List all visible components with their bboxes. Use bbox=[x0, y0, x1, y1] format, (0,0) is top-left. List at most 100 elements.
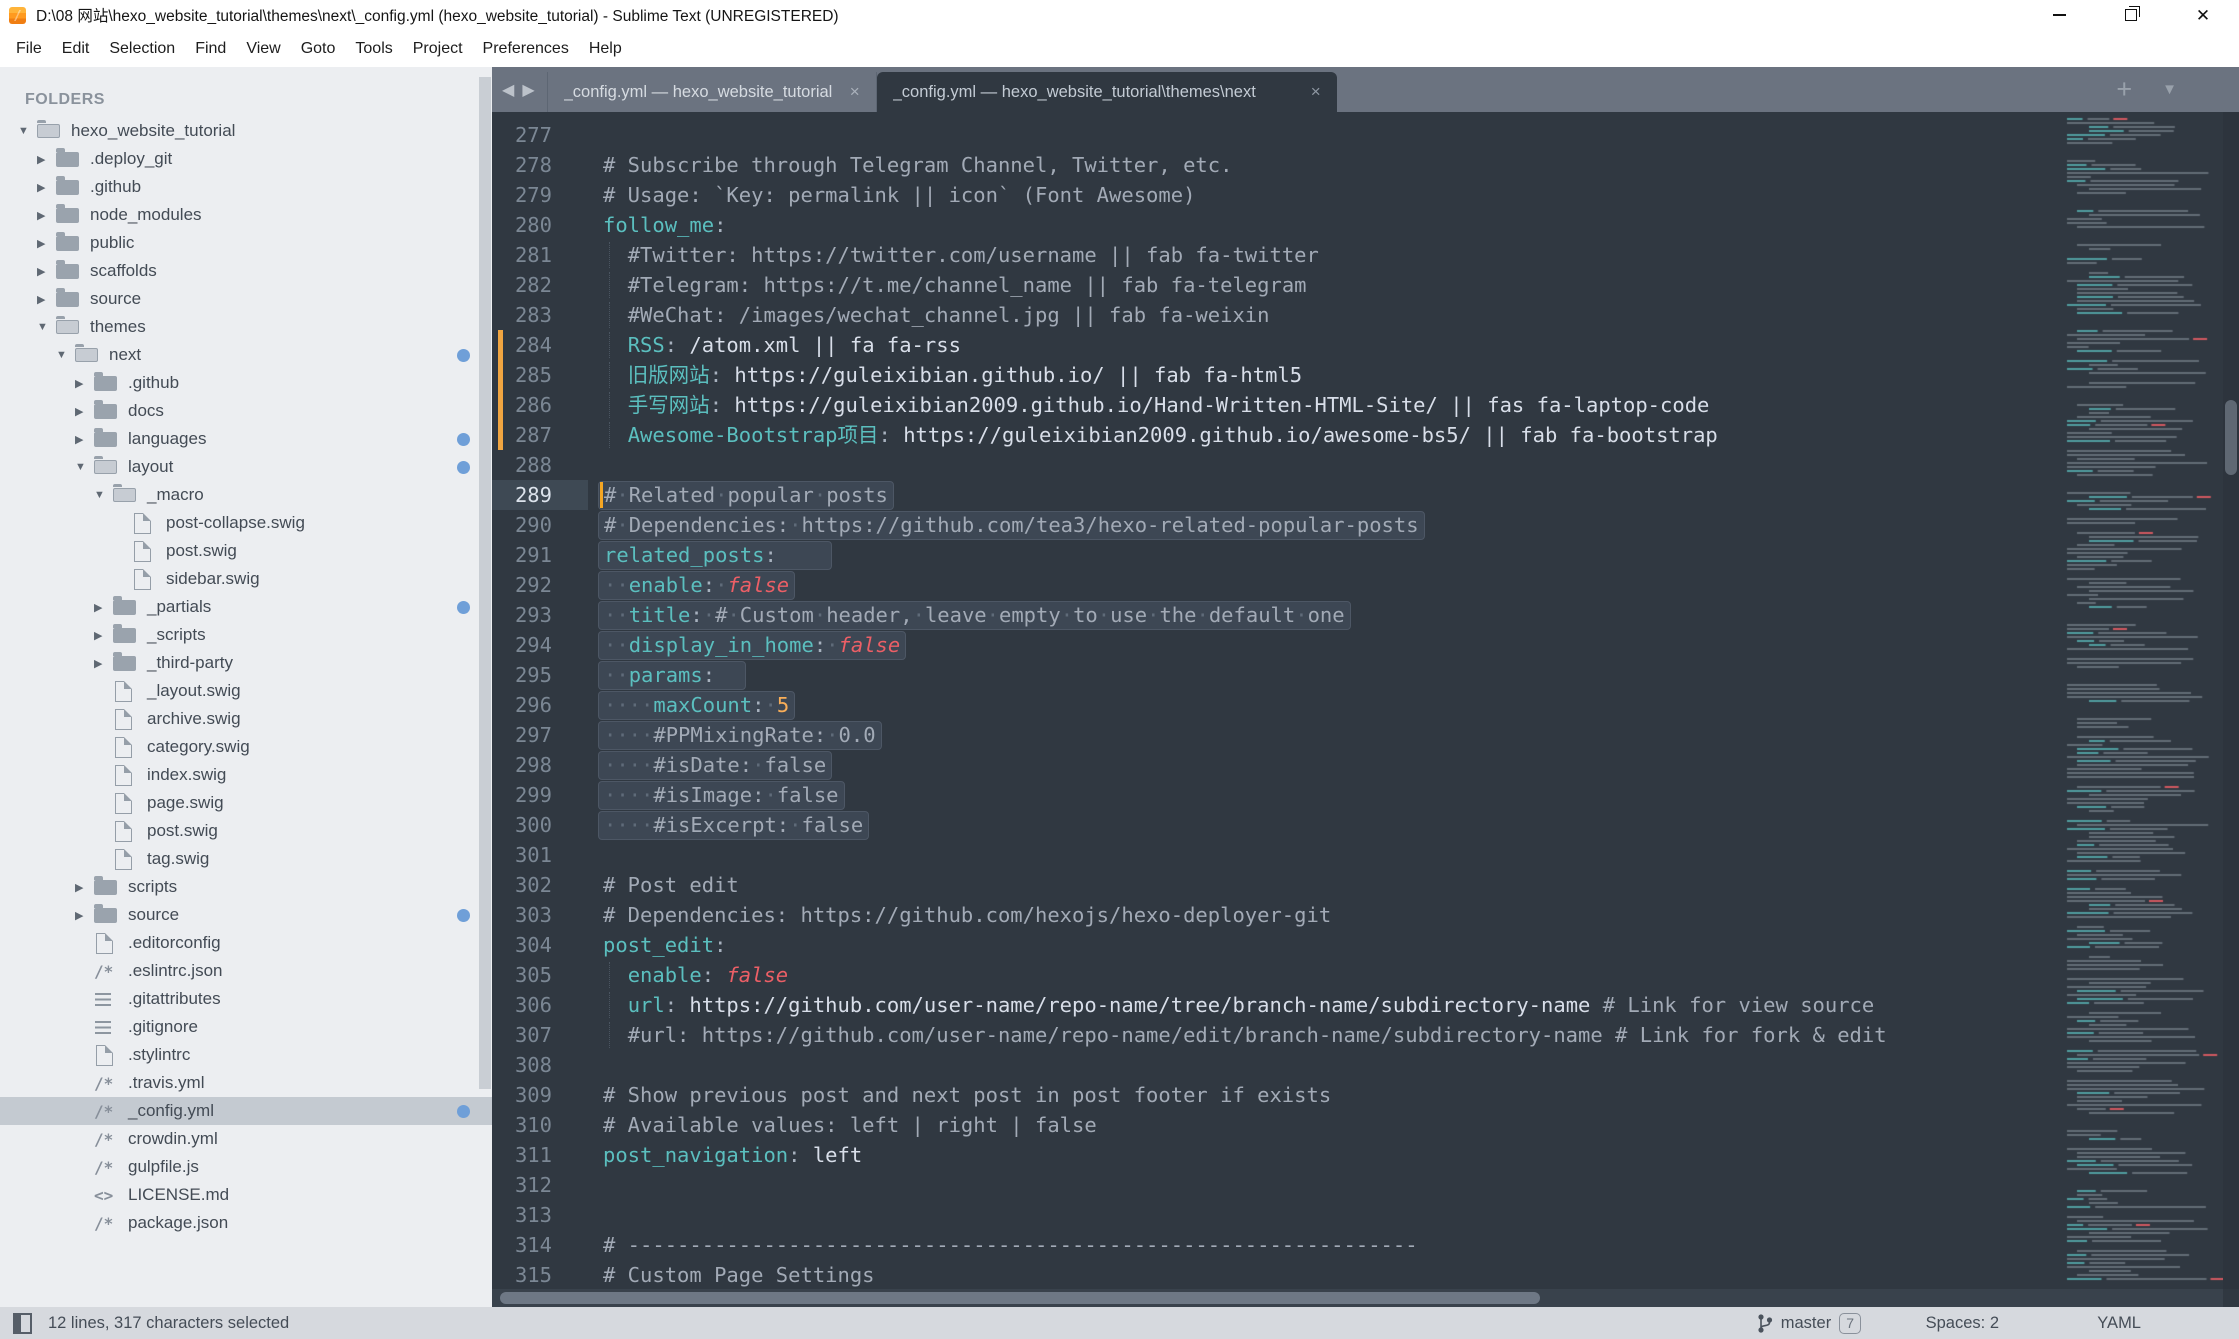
chevron-right-icon[interactable]: ▶ bbox=[37, 237, 56, 250]
menu-help[interactable]: Help bbox=[579, 36, 632, 62]
minimize-button[interactable] bbox=[2023, 0, 2095, 30]
menu-file[interactable]: File bbox=[6, 36, 52, 62]
chevron-down-icon[interactable]: ▼ bbox=[56, 349, 75, 361]
sidebar-item-page-swig[interactable]: page.swig bbox=[0, 789, 492, 817]
sidebar-item-languages[interactable]: ▶ languages bbox=[0, 425, 492, 453]
chevron-down-icon[interactable]: ▼ bbox=[75, 461, 94, 473]
sidebar-item--config-yml[interactable]: /* _config.yml bbox=[0, 1097, 492, 1125]
sidebar-item--gitattributes[interactable]: .gitattributes bbox=[0, 985, 492, 1013]
chevron-down-icon[interactable]: ▼ bbox=[94, 489, 113, 501]
sidebar-toggle-icon[interactable] bbox=[13, 1312, 32, 1334]
sidebar-item-tag-swig[interactable]: tag.swig bbox=[0, 845, 492, 873]
sidebar-item--editorconfig[interactable]: .editorconfig bbox=[0, 929, 492, 957]
sidebar-item-scaffolds[interactable]: ▶ scaffolds bbox=[0, 257, 492, 285]
menu-goto[interactable]: Goto bbox=[291, 36, 346, 62]
code-line-312[interactable]: 312 bbox=[492, 1170, 2063, 1200]
code-line-281[interactable]: 281 #Twitter: https://twitter.com/userna… bbox=[492, 240, 2063, 270]
sidebar-item-layout[interactable]: ▼ layout bbox=[0, 453, 492, 481]
code-line-311[interactable]: 311 post_navigation: left bbox=[492, 1140, 2063, 1170]
code-line-306[interactable]: 306 url: https://github.com/user-name/re… bbox=[492, 990, 2063, 1020]
vertical-scrollbar-thumb[interactable] bbox=[2225, 400, 2237, 475]
code-line-282[interactable]: 282 #Telegram: https://t.me/channel_name… bbox=[492, 270, 2063, 300]
sidebar-item-scripts[interactable]: ▶ scripts bbox=[0, 873, 492, 901]
code-line-303[interactable]: 303 # Dependencies: https://github.com/he… bbox=[492, 900, 2063, 930]
sidebar-scrollbar[interactable] bbox=[479, 77, 491, 1089]
git-branch[interactable]: master 7 bbox=[1757, 1312, 1861, 1334]
sidebar-item-post-collapse-swig[interactable]: post-collapse.swig bbox=[0, 509, 492, 537]
code-line-304[interactable]: 304 post_edit: bbox=[492, 930, 2063, 960]
code-line-284[interactable]: 284 RSS: /atom.xml || fa fa-rss bbox=[492, 330, 2063, 360]
menu-preferences[interactable]: Preferences bbox=[473, 36, 579, 62]
chevron-right-icon[interactable]: ▶ bbox=[94, 601, 113, 614]
sidebar-item--github[interactable]: ▶ .github bbox=[0, 173, 492, 201]
code-line-277[interactable]: 277 bbox=[492, 120, 2063, 150]
chevron-right-icon[interactable]: ▶ bbox=[75, 881, 94, 894]
sidebar-item--layout-swig[interactable]: _layout.swig bbox=[0, 677, 492, 705]
sidebar-item-archive-swig[interactable]: archive.swig bbox=[0, 705, 492, 733]
code-line-299[interactable]: 299 ····#isImage:·false bbox=[492, 780, 2063, 810]
code-line-305[interactable]: 305 enable: false bbox=[492, 960, 2063, 990]
sidebar-item-category-swig[interactable]: category.swig bbox=[0, 733, 492, 761]
code-line-289[interactable]: 289 #·Related·popular·posts bbox=[492, 480, 2063, 510]
code-line-296[interactable]: 296 ····maxCount:·5 bbox=[492, 690, 2063, 720]
sidebar-item--stylintrc[interactable]: .stylintrc bbox=[0, 1041, 492, 1069]
chevron-down-icon[interactable]: ▼ bbox=[37, 321, 56, 333]
sidebar-item--third-party[interactable]: ▶ _third-party bbox=[0, 649, 492, 677]
sidebar-item-sidebar-swig[interactable]: sidebar.swig bbox=[0, 565, 492, 593]
chevron-right-icon[interactable]: ▶ bbox=[75, 377, 94, 390]
code-view[interactable]: 277 278 # Subscribe through Telegram Chann… bbox=[492, 112, 2063, 1289]
code-line-292[interactable]: 292 ··enable:·false bbox=[492, 570, 2063, 600]
restore-button[interactable] bbox=[2095, 0, 2167, 30]
sidebar-item-node-modules[interactable]: ▶ node_modules bbox=[0, 201, 492, 229]
sidebar-item-source[interactable]: ▶ source bbox=[0, 901, 492, 929]
tab-0[interactable]: _config.yml — hexo_website_tutorial × bbox=[546, 72, 877, 112]
chevron-right-icon[interactable]: ▶ bbox=[75, 433, 94, 446]
code-line-293[interactable]: 293 ··title:·#·Custom·header,·leave·empty… bbox=[492, 600, 2063, 630]
sidebar-item-hexo-website-tutorial[interactable]: ▼ hexo_website_tutorial bbox=[0, 117, 492, 145]
sidebar-item--macro[interactable]: ▼ _macro bbox=[0, 481, 492, 509]
close-button[interactable]: ✕ bbox=[2167, 0, 2239, 30]
code-line-291[interactable]: 291 related_posts: bbox=[492, 540, 2063, 570]
code-line-297[interactable]: 297 ····#PPMixingRate:·0.0 bbox=[492, 720, 2063, 750]
code-line-288[interactable]: 288 bbox=[492, 450, 2063, 480]
code-line-300[interactable]: 300 ····#isExcerpt:·false bbox=[492, 810, 2063, 840]
code-line-308[interactable]: 308 bbox=[492, 1050, 2063, 1080]
tab-close-icon[interactable]: × bbox=[836, 82, 860, 102]
chevron-right-icon[interactable]: ▶ bbox=[37, 209, 56, 222]
menu-find[interactable]: Find bbox=[185, 36, 236, 62]
chevron-right-icon[interactable]: ▶ bbox=[37, 265, 56, 278]
menu-edit[interactable]: Edit bbox=[52, 36, 100, 62]
code-line-310[interactable]: 310 # Available values: left | right | fa… bbox=[492, 1110, 2063, 1140]
menu-tools[interactable]: Tools bbox=[345, 36, 402, 62]
chevron-right-icon[interactable]: ▶ bbox=[94, 657, 113, 670]
sidebar-item--partials[interactable]: ▶ _partials bbox=[0, 593, 492, 621]
sidebar-item-public[interactable]: ▶ public bbox=[0, 229, 492, 257]
code-line-283[interactable]: 283 #WeChat: /images/wechat_channel.jpg … bbox=[492, 300, 2063, 330]
code-line-295[interactable]: 295 ··params: bbox=[492, 660, 2063, 690]
syntax-mode[interactable]: YAML bbox=[2097, 1314, 2141, 1333]
code-line-313[interactable]: 313 bbox=[492, 1200, 2063, 1230]
sidebar-item--travis-yml[interactable]: /* .travis.yml bbox=[0, 1069, 492, 1097]
sidebar-item-post-swig[interactable]: post.swig bbox=[0, 537, 492, 565]
indent-setting[interactable]: Spaces: 2 bbox=[1926, 1314, 1999, 1333]
code-line-309[interactable]: 309 # Show previous post and next post in… bbox=[492, 1080, 2063, 1110]
sidebar-item--deploy-git[interactable]: ▶ .deploy_git bbox=[0, 145, 492, 173]
sidebar-item--gitignore[interactable]: .gitignore bbox=[0, 1013, 492, 1041]
chevron-down-icon[interactable]: ▼ bbox=[18, 125, 37, 137]
vertical-scrollbar[interactable] bbox=[2223, 112, 2239, 1289]
code-line-302[interactable]: 302 # Post edit bbox=[492, 870, 2063, 900]
tab-close-icon[interactable]: × bbox=[1297, 82, 1321, 102]
history-back-icon[interactable]: ◀ bbox=[502, 80, 514, 100]
code-line-298[interactable]: 298 ····#isDate:·false bbox=[492, 750, 2063, 780]
sidebar-item--eslintrc-json[interactable]: /* .eslintrc.json bbox=[0, 957, 492, 985]
menu-selection[interactable]: Selection bbox=[99, 36, 185, 62]
chevron-right-icon[interactable]: ▶ bbox=[37, 181, 56, 194]
sidebar-item-docs[interactable]: ▶ docs bbox=[0, 397, 492, 425]
code-line-286[interactable]: 286 手写网站: https://guleixibian2009.github… bbox=[492, 390, 2063, 420]
code-line-301[interactable]: 301 bbox=[492, 840, 2063, 870]
code-line-278[interactable]: 278 # Subscribe through Telegram Channel,… bbox=[492, 150, 2063, 180]
tab-1[interactable]: _config.yml — hexo_website_tutorial\them… bbox=[876, 72, 1337, 112]
chevron-right-icon[interactable]: ▶ bbox=[75, 405, 94, 418]
sidebar-item-themes[interactable]: ▼ themes bbox=[0, 313, 492, 341]
code-line-314[interactable]: 314 # -----------------------------------… bbox=[492, 1230, 2063, 1260]
